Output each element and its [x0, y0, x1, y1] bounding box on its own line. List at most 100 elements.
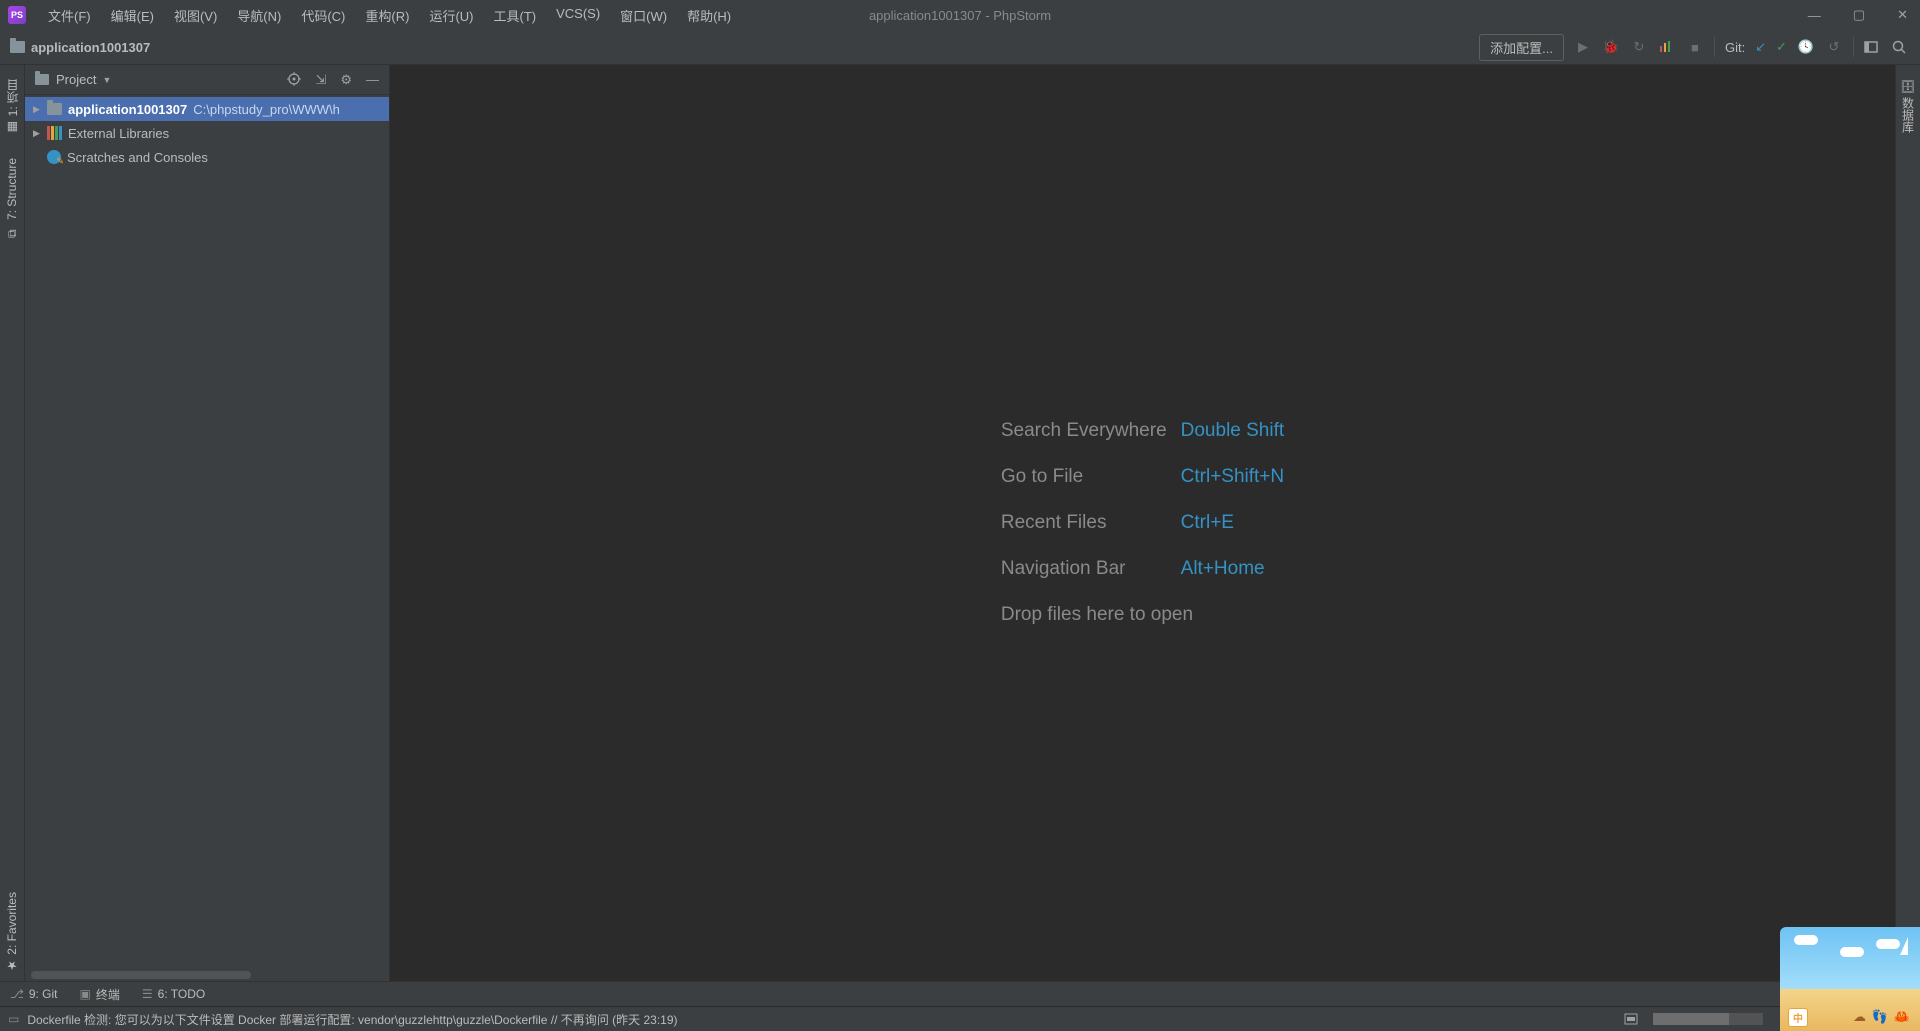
tree-root-path: C:\phpstudy_pro\WWW\h	[193, 102, 340, 117]
settings-icon[interactable]: ⚙	[340, 72, 352, 88]
maximize-button[interactable]: ▢	[1849, 3, 1869, 27]
editor-empty-area[interactable]: Search Everywhere Double Shift Go to Fil…	[390, 65, 1895, 981]
main-area: ▦ 1: 项目 ⧉ 7: Structure ★ 2: Favorites Pr…	[0, 65, 1920, 981]
horizontal-scrollbar[interactable]	[31, 971, 251, 979]
window-title: application1001307 - PhpStorm	[869, 8, 1051, 23]
run-icon[interactable]: ▶	[1574, 39, 1592, 55]
tree-scratches-label: Scratches and Consoles	[67, 150, 208, 165]
add-configuration-button[interactable]: 添加配置...	[1479, 34, 1564, 61]
menu-edit[interactable]: 编辑(E)	[103, 3, 162, 28]
hint-search-everywhere: Search Everywhere	[1001, 420, 1167, 442]
menu-navigate[interactable]: 导航(N)	[229, 3, 289, 28]
tab-terminal[interactable]: ▣ 终端	[80, 986, 120, 1003]
profile-icon[interactable]	[1658, 40, 1676, 54]
menu-window[interactable]: 窗口(W)	[612, 3, 675, 28]
bottom-tool-tabs: ⎇ 9: Git ▣ 终端 ☰ 6: TODO	[0, 981, 1920, 1006]
shell-icon: ☁	[1853, 1009, 1866, 1025]
navbar: application1001307 添加配置... ▶ 🐞 ↻ ■ Git: …	[0, 30, 1920, 65]
favorites-gutter-icon: ★	[5, 959, 19, 973]
crab-icon: 🦀	[1894, 1009, 1910, 1025]
tab-todo-label: 6: TODO	[158, 987, 206, 1001]
cloud-icon	[1794, 935, 1818, 945]
git-history-icon[interactable]: 🕓	[1797, 39, 1815, 55]
gutter-database-tab[interactable]: 🗄 数据库	[1897, 71, 1920, 141]
project-tree: ▶ application1001307 C:\phpstudy_pro\WWW…	[25, 95, 389, 981]
git-label: Git:	[1725, 40, 1745, 55]
statusbar: ▭ Dockerfile 检测: 您可以为以下文件设置 Docker 部署运行配…	[0, 1006, 1920, 1031]
todo-icon: ☰	[142, 987, 153, 1001]
project-tool-window: Project ▼ ⇲ ⚙ — ▶ application1001307 C:\…	[25, 65, 390, 981]
menu-help[interactable]: 帮助(H)	[679, 3, 739, 28]
gutter-favorites-label: 2: Favorites	[5, 892, 19, 955]
tab-todo[interactable]: ☰ 6: TODO	[142, 987, 205, 1001]
hint-recent-files-key: Ctrl+E	[1181, 512, 1285, 534]
menu-tools[interactable]: 工具(T)	[485, 3, 544, 28]
tree-root[interactable]: ▶ application1001307 C:\phpstudy_pro\WWW…	[25, 97, 389, 121]
tree-external-libraries[interactable]: ▶ External Libraries	[25, 121, 389, 145]
navbar-right: 添加配置... ▶ 🐞 ↻ ■ Git: ↙ ✓ 🕓 ↺	[1479, 34, 1910, 61]
gutter-database-label: 数据库	[1900, 97, 1917, 133]
library-icon	[47, 126, 62, 140]
menu-code[interactable]: 代码(C)	[293, 3, 353, 28]
expand-all-icon[interactable]: ⇲	[315, 72, 326, 88]
git-revert-icon[interactable]: ↺	[1825, 39, 1843, 55]
statusbar-message[interactable]: Dockerfile 检测: 您可以为以下文件设置 Docker 部署运行配置:…	[27, 1011, 677, 1028]
menu-vcs[interactable]: VCS(S)	[548, 3, 608, 28]
project-header-label[interactable]: Project	[56, 72, 96, 87]
close-button[interactable]: ✕	[1893, 3, 1912, 27]
tab-git-label: 9: Git	[29, 987, 58, 1001]
thumbnail-sky	[1780, 927, 1920, 989]
locate-icon[interactable]	[287, 72, 301, 88]
cloud-icon	[1840, 947, 1864, 957]
ime-badge[interactable]: 中	[1788, 1008, 1808, 1027]
gutter-structure-label: 7: Structure	[5, 158, 19, 220]
stop-icon[interactable]: ■	[1686, 40, 1704, 55]
statusbar-message-icon[interactable]: ▭	[8, 1012, 19, 1026]
chevron-down-icon[interactable]: ▼	[102, 75, 111, 85]
debug-icon[interactable]: 🐞	[1602, 39, 1620, 55]
collapse-arrow-icon[interactable]: ▶	[33, 104, 47, 115]
ide-layout-icon[interactable]	[1864, 40, 1882, 54]
cloud-icon	[1876, 939, 1900, 949]
structure-gutter-icon: ⧉	[5, 224, 19, 238]
folder-icon	[10, 41, 25, 53]
project-gutter-icon: ▦	[5, 120, 19, 134]
menu-run[interactable]: 运行(U)	[421, 3, 481, 28]
floating-app-thumbnail[interactable]: 中 ☁ 👣 🦀	[1780, 927, 1920, 1031]
menu-view[interactable]: 视图(V)	[166, 3, 225, 28]
project-header: Project ▼ ⇲ ⚙ —	[25, 65, 389, 95]
memory-indicator-icon[interactable]	[1623, 1012, 1639, 1026]
gutter-project-label: 1: 项目	[4, 79, 21, 116]
hint-drop-files: Drop files here to open	[1001, 604, 1284, 626]
hide-icon[interactable]: —	[366, 72, 379, 88]
git-commit-icon[interactable]: ✓	[1776, 39, 1787, 55]
gutter-structure-tab[interactable]: ⧉ 7: Structure	[2, 150, 22, 246]
left-gutter: ▦ 1: 项目 ⧉ 7: Structure ★ 2: Favorites	[0, 65, 25, 981]
database-gutter-icon: 🗄	[1901, 79, 1915, 93]
hint-goto-file: Go to File	[1001, 466, 1167, 488]
breadcrumb[interactable]: application1001307	[31, 40, 150, 55]
search-icon[interactable]	[1892, 40, 1910, 55]
collapse-arrow-icon[interactable]: ▶	[33, 128, 47, 139]
coverage-icon[interactable]: ↻	[1630, 39, 1648, 55]
minimize-button[interactable]: —	[1804, 4, 1825, 27]
tab-git[interactable]: ⎇ 9: Git	[10, 987, 58, 1001]
sailboat-icon	[1900, 937, 1908, 955]
app-icon: PS	[8, 6, 26, 24]
progress-empty	[1729, 1013, 1763, 1025]
footprint-icon: 👣	[1872, 1009, 1888, 1025]
tree-scratches[interactable]: Scratches and Consoles	[25, 145, 389, 169]
separator	[1853, 37, 1854, 57]
separator	[1714, 37, 1715, 57]
progress-indicator	[1653, 1013, 1763, 1025]
hint-nav-bar: Navigation Bar	[1001, 558, 1167, 580]
gutter-favorites-tab[interactable]: ★ 2: Favorites	[2, 884, 22, 981]
gutter-project-tab[interactable]: ▦ 1: 项目	[1, 71, 24, 142]
git-update-icon[interactable]: ↙	[1755, 39, 1766, 55]
menu-refactor[interactable]: 重构(R)	[357, 3, 417, 28]
window-controls: — ▢ ✕	[1804, 3, 1912, 27]
menu-file[interactable]: 文件(F)	[40, 3, 99, 28]
scratches-icon	[47, 150, 61, 164]
folder-icon	[47, 103, 62, 115]
thumbnail-sand: 中 ☁ 👣 🦀	[1780, 989, 1920, 1031]
